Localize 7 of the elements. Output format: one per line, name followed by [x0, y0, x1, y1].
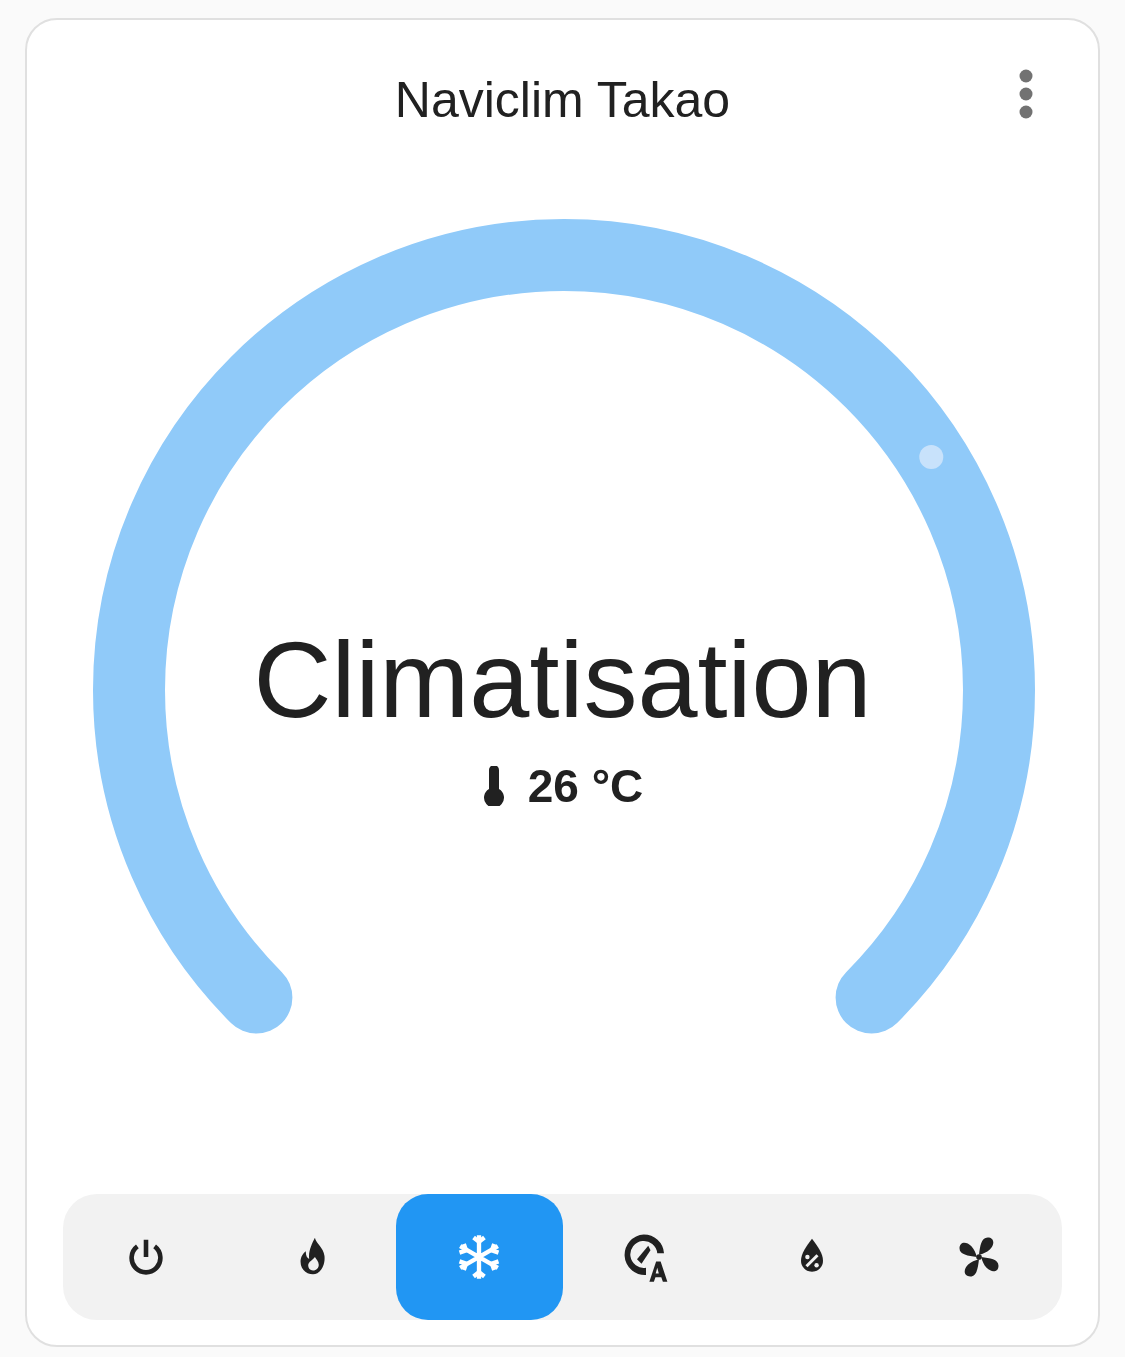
hvac-mode-label: Climatisation [253, 620, 872, 740]
card-title: Naviclim Takao [394, 71, 731, 130]
current-temperature-marker [919, 444, 944, 469]
more-options-icon[interactable] [1018, 68, 1034, 120]
thermometer-icon [481, 766, 506, 806]
temperature-arc[interactable] [93, 219, 1035, 1034]
current-temperature: 26 °C [527, 759, 644, 814]
